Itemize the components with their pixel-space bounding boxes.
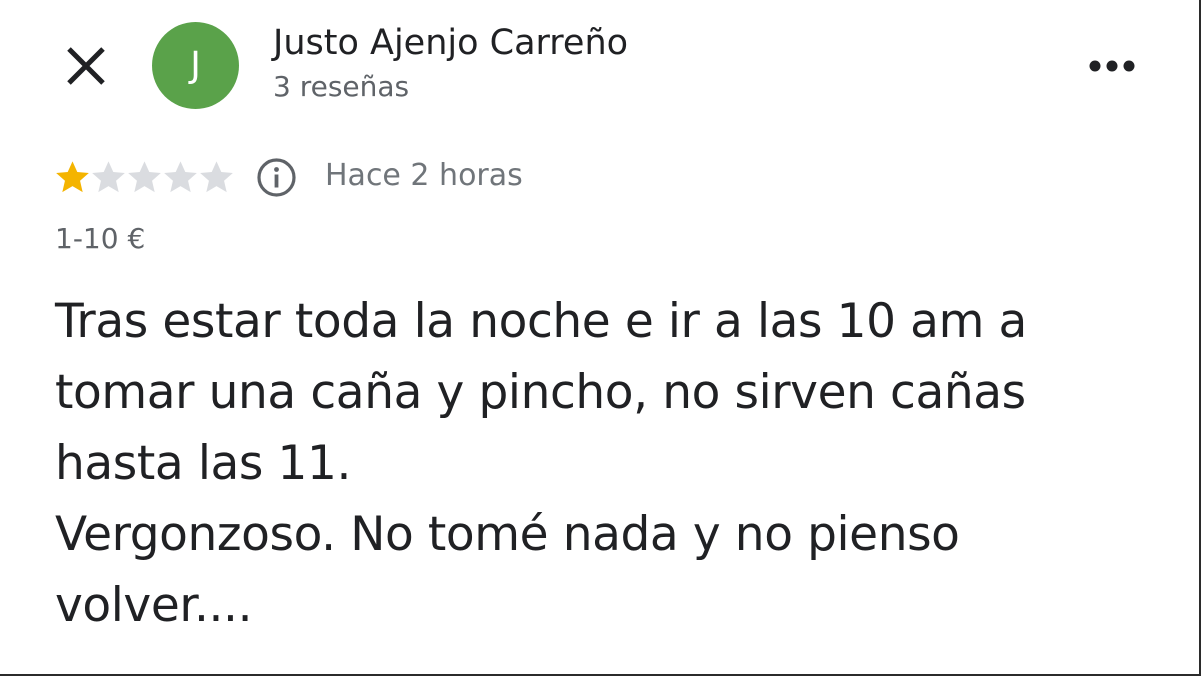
- star-empty-icon: [128, 160, 161, 192]
- review-line: volver....: [55, 578, 253, 633]
- star-empty-icon: [92, 160, 125, 192]
- review-line: tomar una caña y pincho, no sirven cañas: [55, 365, 1026, 420]
- review-text: Tras estar toda la noche e ir a las 10 a…: [55, 286, 1165, 641]
- avatar[interactable]: J: [152, 22, 239, 109]
- star-rating: [54, 157, 234, 197]
- more-options-button[interactable]: [1086, 50, 1138, 82]
- info-icon: [257, 158, 296, 197]
- review-line: Vergonzoso. No tomé nada y no pienso: [55, 507, 960, 562]
- review-line: hasta las 11.: [55, 436, 352, 491]
- close-icon: [67, 47, 105, 85]
- star-empty-icon: [164, 160, 197, 192]
- star-empty-icon: [200, 160, 233, 192]
- price-range: 1-10 €: [55, 222, 146, 255]
- close-button[interactable]: [62, 42, 110, 90]
- more-horizontal-icon: [1089, 60, 1135, 72]
- review-time: Hace 2 horas: [325, 158, 523, 193]
- star-filled-icon: [56, 160, 89, 192]
- review-line: Tras estar toda la noche e ir a las 10 a…: [55, 294, 1027, 349]
- author-name[interactable]: Justo Ajenjo Carreño: [273, 23, 628, 63]
- info-button[interactable]: [256, 157, 297, 198]
- review-count: 3 reseñas: [273, 70, 410, 103]
- review-detail-panel: J Justo Ajenjo Carreño 3 reseñas Hace 2 …: [0, 0, 1201, 676]
